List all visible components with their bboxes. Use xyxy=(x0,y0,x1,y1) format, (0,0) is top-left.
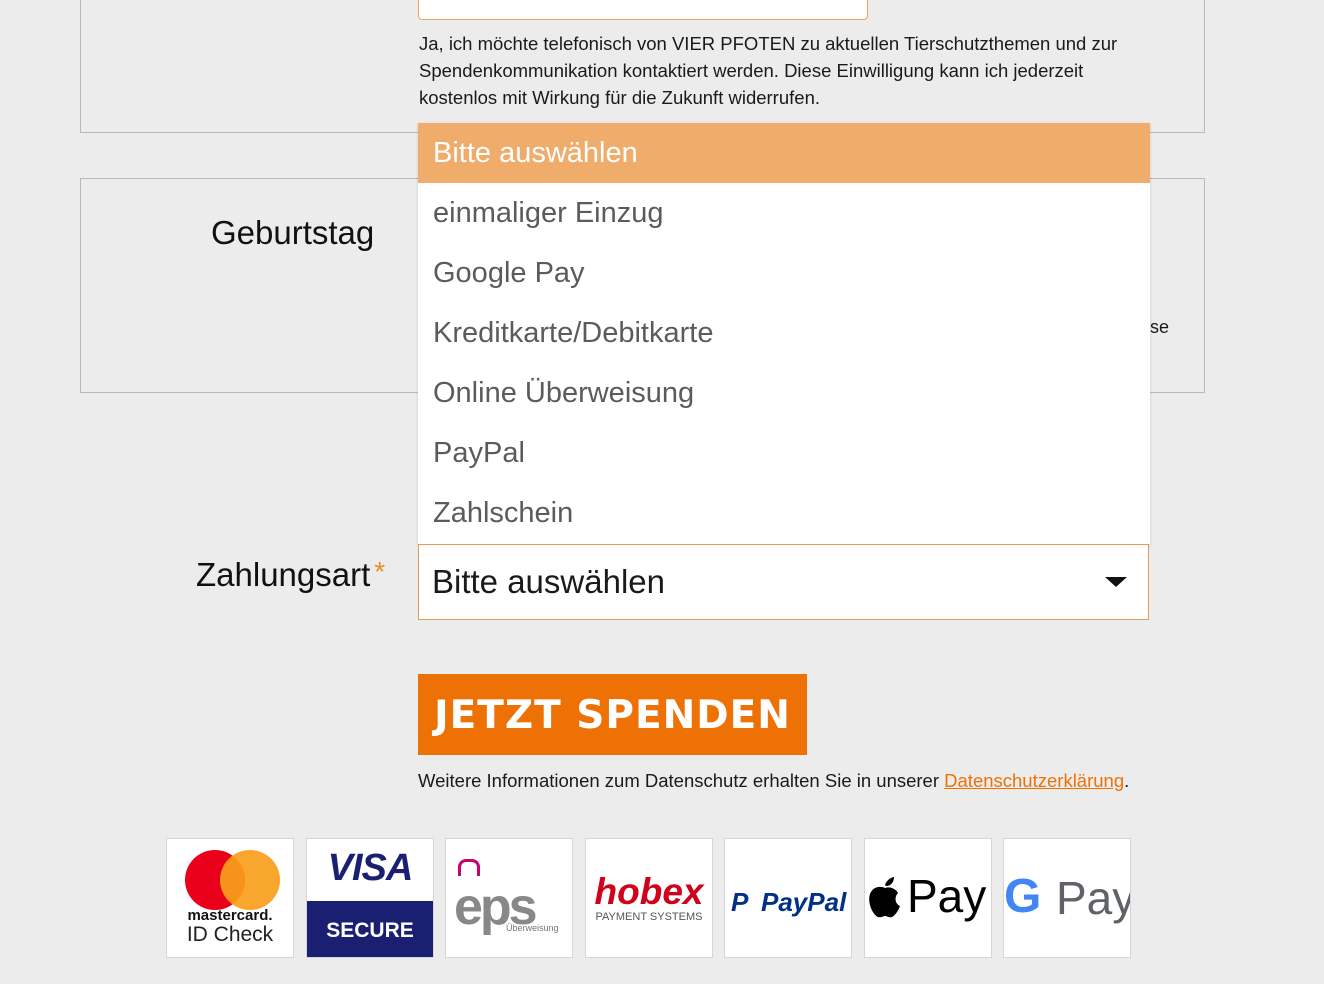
donate-button[interactable]: JETZT SPENDEN xyxy=(418,674,807,755)
privacy-text: Weitere Informationen zum Datenschutz er… xyxy=(418,770,945,791)
birthday-hint-text: se xyxy=(1150,317,1170,337)
chevron-down-icon xyxy=(1105,577,1127,587)
dropdown-option-credit-card[interactable]: Kreditkarte/Debitkarte xyxy=(418,303,1150,363)
visa-secure-logo: VISA SECURE xyxy=(306,838,434,958)
apple-pay-wordmark: Pay xyxy=(907,870,987,922)
phone-input[interactable] xyxy=(418,0,868,20)
required-marker: * xyxy=(374,556,386,587)
visa-secure-text: SECURE xyxy=(326,919,414,942)
apple-pay-logo: Pay xyxy=(864,838,992,958)
payment-method-value: Bitte auswählen xyxy=(432,563,665,600)
hobex-sub-text: PAYMENT SYSTEMS xyxy=(595,911,703,923)
google-g-icon: G xyxy=(1004,870,1042,923)
hobex-logo: hobex PAYMENT SYSTEMS xyxy=(585,838,713,958)
apple-icon xyxy=(869,877,900,918)
payment-method-dropdown: Bitte auswählen einmaliger Einzug Google… xyxy=(418,123,1150,544)
google-pay-wordmark: Pay xyxy=(1056,872,1131,924)
eps-sub-text: Überweisung xyxy=(506,923,559,933)
id-check-text: ID Check xyxy=(186,923,274,946)
privacy-period: . xyxy=(1124,770,1130,791)
visa-wordmark: VISA xyxy=(327,847,414,889)
eps-lock-icon xyxy=(458,859,480,876)
phone-consent-text: Ja, ich möchte telefonisch von VIER PFOT… xyxy=(419,33,1118,108)
mastercard-wordmark: mastercard. xyxy=(187,907,273,924)
mastercard-id-check-logo: mastercard. ID Check xyxy=(166,838,294,958)
mastercard-orange-circle xyxy=(220,850,280,910)
dropdown-option-placeholder[interactable]: Bitte auswählen xyxy=(418,123,1150,183)
privacy-note: Weitere Informationen zum Datenschutz er… xyxy=(418,770,1129,792)
dropdown-option-google-pay[interactable]: Google Pay xyxy=(418,243,1150,303)
paypal-wordmark: PayPal xyxy=(761,887,847,917)
dropdown-option-online-transfer[interactable]: Online Überweisung xyxy=(418,363,1150,423)
birthday-label: Geburtstag xyxy=(211,214,375,251)
google-pay-logo: G Pay xyxy=(1003,838,1131,958)
dropdown-option-payment-slip[interactable]: Zahlschein xyxy=(418,483,1150,543)
payment-method-label: Zahlungsart * xyxy=(196,556,385,594)
payment-method-select[interactable]: Bitte auswählen xyxy=(418,544,1149,620)
payment-method-label-text: Zahlungsart xyxy=(196,556,371,593)
paypal-p-icon: P xyxy=(731,887,749,917)
dropdown-option-paypal[interactable]: PayPal xyxy=(418,423,1150,483)
dropdown-option-direct-debit[interactable]: einmaliger Einzug xyxy=(418,183,1150,243)
hobex-wordmark: hobex xyxy=(594,871,704,912)
paypal-logo: P PayPal xyxy=(724,838,852,958)
privacy-policy-link[interactable]: Datenschutzerklärung xyxy=(944,770,1124,791)
eps-logo: eps Überweisung xyxy=(445,838,573,958)
